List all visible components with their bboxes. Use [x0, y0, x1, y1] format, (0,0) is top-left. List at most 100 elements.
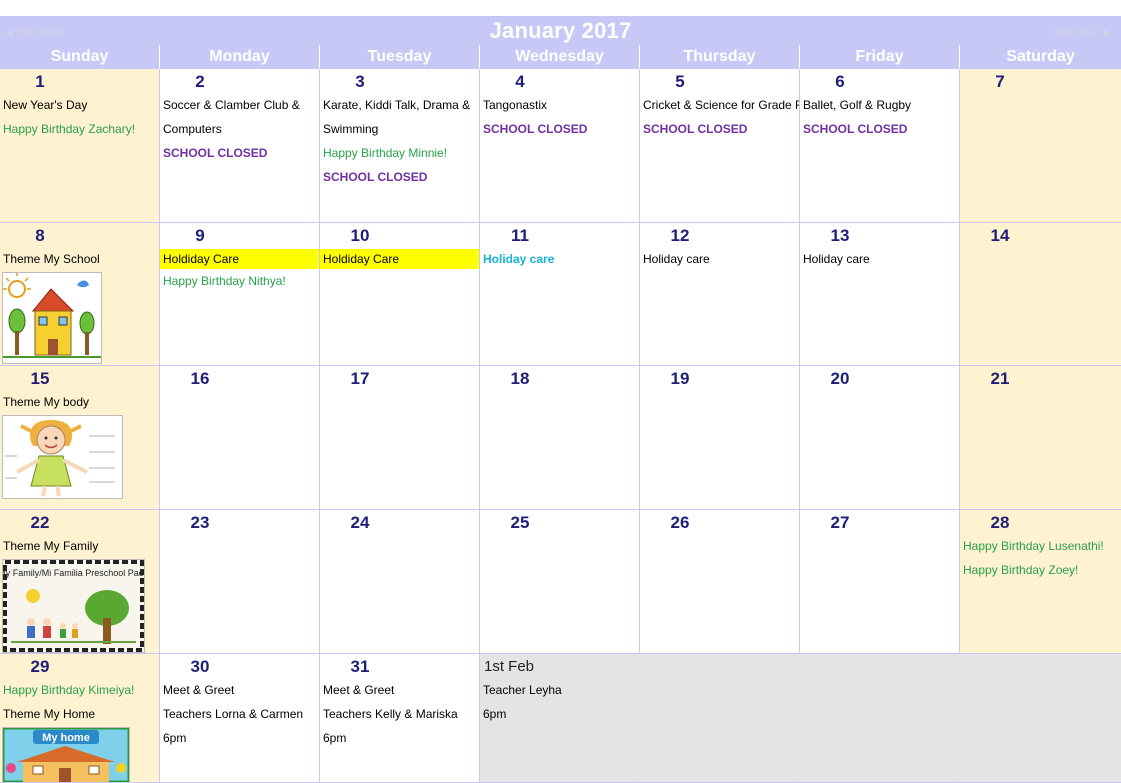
day-number: 12 — [670, 226, 690, 245]
day-cell[interactable]: 3 Karate, Kiddi Talk, Drama & Swimming Hap… — [320, 69, 480, 223]
day-cell[interactable]: 10 Holdiday Care — [320, 223, 480, 366]
weekday-saturday: Saturday — [960, 45, 1121, 69]
day-cell[interactable] — [960, 654, 1121, 783]
day-cell[interactable]: 25 — [480, 510, 640, 654]
day-cell[interactable]: 11 Holiday care — [480, 223, 640, 366]
event-text: Soccer & Clamber Club & Computers — [163, 98, 300, 136]
day-number: 28 — [990, 513, 1010, 532]
day-number: 10 — [350, 226, 370, 245]
day-cell[interactable]: 13 Holiday care — [800, 223, 960, 366]
event-text: Teachers Kelly & Mariska — [323, 707, 458, 721]
day-cell[interactable]: 30 Meet & Greet Teachers Lorna & Carmen 6pm — [160, 654, 320, 783]
event-text: Holiday care — [643, 252, 710, 266]
event-text: Cricket & Science for Grade R — [643, 98, 799, 112]
day-number: 11 — [511, 226, 529, 245]
day-number: 13 — [830, 226, 850, 245]
next-month-link[interactable]: Feb 2017 ► — [1053, 27, 1113, 39]
day-cell[interactable]: 21 — [960, 366, 1121, 510]
school-drawing-image — [2, 272, 102, 364]
day-number: 18 — [510, 369, 530, 388]
day-cell[interactable]: 4 Tangonastix SCHOOL CLOSED — [480, 69, 640, 223]
event-text: 6pm — [163, 731, 187, 745]
weekday-tuesday: Tuesday — [320, 45, 480, 69]
day-number: 4 — [515, 72, 525, 91]
birthday-event: Happy Birthday Kimeiya! — [3, 683, 135, 697]
day-cell[interactable]: 1 New Year's Day Happy Birthday Zachary! — [0, 69, 160, 223]
day-cell[interactable]: 12 Holiday care — [640, 223, 800, 366]
day-cell[interactable]: 29 Happy Birthday Kimeiya! Theme My Home M… — [0, 654, 160, 783]
day-cell[interactable]: 15 Theme My body — [0, 366, 160, 510]
day-cell[interactable]: 26 — [640, 510, 800, 654]
day-number: 3 — [355, 72, 365, 91]
day-number: 22 — [30, 513, 50, 532]
day-cell[interactable]: 24 — [320, 510, 480, 654]
day-number: 31 — [350, 657, 370, 676]
day-cell[interactable]: 20 — [800, 366, 960, 510]
day-number: 7 — [995, 72, 1005, 91]
day-cell[interactable]: 16 — [160, 366, 320, 510]
event-text: Theme My Home — [3, 707, 96, 721]
day-cell[interactable]: 9 Holdiday Care Happy Birthday Nithya! — [160, 223, 320, 366]
event-text: Karate, Kiddi Talk, Drama & Swimming — [323, 98, 471, 136]
family-pack-image: My Family/Mi Familia Preschool Pack — [2, 559, 145, 653]
day-number: 25 — [510, 513, 530, 532]
day-number: 15 — [30, 369, 50, 388]
day-number: 14 — [990, 226, 1010, 245]
month-title: January 2017 — [489, 18, 632, 43]
school-closed-label: SCHOOL CLOSED — [323, 170, 428, 184]
day-cell[interactable]: 31 Meet & Greet Teachers Kelly & Mariska 6p… — [320, 654, 480, 783]
day-cell[interactable]: 2 Soccer & Clamber Club & Computers SCHOOL… — [160, 69, 320, 223]
day-number: 26 — [670, 513, 690, 532]
weekday-monday: Monday — [160, 45, 320, 69]
day-cell[interactable]: 18 — [480, 366, 640, 510]
body-drawing-image — [2, 415, 123, 499]
weekday-header-row: Sunday Monday Tuesday Wednesday Thursday… — [0, 45, 1121, 69]
day-number: 27 — [830, 513, 850, 532]
day-cell[interactable]: 23 — [160, 510, 320, 654]
event-text: Tangonastix — [483, 98, 548, 112]
day-cell[interactable]: 17 — [320, 366, 480, 510]
school-closed-label: SCHOOL CLOSED — [643, 122, 748, 136]
week-row: 22 Theme My Family My Family/Mi Familia P… — [0, 510, 1121, 654]
day-number — [640, 656, 720, 678]
event-text: Ballet, Golf & Rugby — [803, 98, 912, 112]
day-cell[interactable]: 14 — [960, 223, 1121, 366]
holiday-care-event: Holiday care — [483, 252, 555, 266]
event-text: Meet & Greet — [163, 683, 235, 697]
holiday-care-event: Holdiday Care — [160, 249, 319, 269]
day-cell[interactable]: 1st Feb Teacher Leyha 6pm — [480, 654, 640, 783]
day-cell[interactable]: 7 — [960, 69, 1121, 223]
school-closed-label: SCHOOL CLOSED — [803, 122, 908, 136]
day-number: 16 — [190, 369, 210, 388]
birthday-event: Happy Birthday Minnie! — [323, 146, 448, 160]
day-number: 29 — [30, 657, 50, 676]
event-text: New Year's Day — [3, 98, 88, 112]
birthday-event: Happy Birthday Nithya! — [163, 274, 286, 288]
day-number: 17 — [350, 369, 370, 388]
day-number: 23 — [190, 513, 210, 532]
day-cell[interactable]: 8 Theme My School — [0, 223, 160, 366]
event-text: Teacher Leyha — [483, 683, 562, 697]
day-number: 24 — [350, 513, 370, 532]
weekday-friday: Friday — [800, 45, 960, 69]
home-picture-image: My home — [2, 727, 130, 782]
school-closed-label: SCHOOL CLOSED — [483, 122, 588, 136]
day-cell[interactable]: 6 Ballet, Golf & Rugby SCHOOL CLOSED — [800, 69, 960, 223]
day-cell[interactable]: 5 Cricket & Science for Grade R SCHOOL CLO… — [640, 69, 800, 223]
day-number: 5 — [675, 72, 685, 91]
day-cell[interactable]: 22 Theme My Family My Family/Mi Familia P… — [0, 510, 160, 654]
day-cell[interactable] — [800, 654, 960, 783]
day-cell[interactable] — [640, 654, 800, 783]
day-cell[interactable]: 27 — [800, 510, 960, 654]
week-row: 15 Theme My body 16 17 18 19 20 21 — [0, 366, 1121, 510]
weekday-sunday: Sunday — [0, 45, 160, 69]
day-number — [800, 656, 880, 678]
day-cell[interactable]: 28 Happy Birthday Lusenathi! Happy Birthda… — [960, 510, 1121, 654]
week-row: 8 Theme My School 9 Holdiday Care Happy Bir… — [0, 223, 1121, 366]
day-cell[interactable]: 19 — [640, 366, 800, 510]
day-number: 20 — [830, 369, 850, 388]
event-text: 6pm — [323, 731, 347, 745]
birthday-event: Happy Birthday Zoey! — [963, 563, 1079, 577]
weekday-wednesday: Wednesday — [480, 45, 640, 69]
birthday-event: Happy Birthday Zachary! — [3, 122, 136, 136]
